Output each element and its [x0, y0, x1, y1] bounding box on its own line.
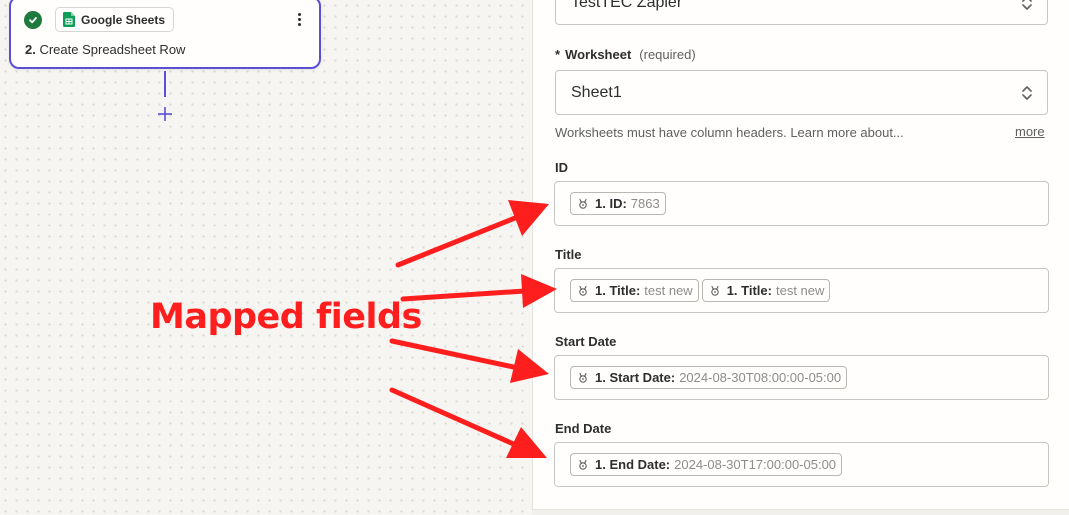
mapped-value-pill[interactable]: 1. Title: test new	[701, 279, 831, 302]
worksheet-help-text: Worksheets must have column headers. Lea…	[555, 125, 904, 140]
kebab-menu-icon[interactable]	[292, 9, 306, 29]
annotation-label: Mapped fields	[150, 297, 422, 337]
pill-value: 2024-08-30T08:00:00-05:00	[679, 370, 842, 385]
pill-value: 2024-08-30T17:00:00-05:00	[674, 457, 837, 472]
start-date-field-input[interactable]: 1. Start Date: 2024-08-30T08:00:00-05:00	[554, 355, 1049, 400]
check-circle-icon	[24, 11, 42, 29]
arrow-to-start-date-field	[389, 338, 521, 371]
pill-key: 1. Title:	[726, 283, 772, 298]
pill-key: 1. Start Date:	[595, 370, 676, 385]
pill-value: test new	[644, 283, 693, 298]
webhook-icon	[710, 285, 719, 296]
step-name: Create Spreadsheet Row	[39, 42, 186, 57]
webhook-icon	[579, 372, 587, 383]
required-text: (required)	[639, 47, 696, 62]
step-connector	[164, 71, 166, 97]
pill-value: 7863	[630, 196, 660, 211]
arrow-to-end-date-field	[389, 387, 521, 449]
plus-icon	[158, 107, 172, 121]
step-card[interactable]: Google Sheets 2. Create Spreadsheet Row	[9, 0, 321, 69]
id-field-label: ID	[555, 160, 568, 175]
worksheet-label: * Worksheet (required)	[555, 47, 696, 62]
webhook-icon	[579, 285, 587, 296]
pill-value: test new	[775, 283, 825, 298]
title-field-input[interactable]: 1. Title: test new 1. Title: test new	[554, 268, 1049, 313]
panel-footer-strip	[532, 509, 1069, 515]
worksheet-value: Sheet1	[571, 83, 622, 101]
worksheet-select[interactable]: Sheet1	[555, 70, 1048, 115]
arrow-to-id-field	[395, 213, 523, 268]
worksheet-label-text: Worksheet	[565, 47, 632, 62]
pill-key: 1. Title:	[595, 283, 641, 298]
app-chip: Google Sheets	[55, 7, 175, 32]
step-number: 2.	[25, 42, 36, 57]
more-link[interactable]: more	[1015, 124, 1045, 139]
account-value: TestTEC Zapier	[571, 0, 683, 11]
mapped-value-pill[interactable]: 1. Title: test new	[570, 279, 699, 302]
end-date-field-input[interactable]: 1. End Date: 2024-08-30T17:00:00-05:00	[554, 442, 1049, 487]
step-title: 2. Create Spreadsheet Row	[25, 42, 185, 57]
app-name: Google Sheets	[81, 12, 166, 27]
start-date-field-label: Start Date	[555, 334, 617, 349]
mapped-value-pill[interactable]: 1. End Date: 2024-08-30T17:00:00-05:00	[570, 453, 843, 476]
google-sheets-icon	[63, 12, 75, 27]
required-marker: *	[555, 47, 561, 62]
id-field-input[interactable]: 1. ID: 7863	[554, 181, 1049, 226]
add-step-button[interactable]	[155, 104, 175, 124]
end-date-field-label: End Date	[555, 421, 612, 436]
up-down-chevron-icon	[1022, 0, 1032, 10]
up-down-chevron-icon	[1022, 85, 1032, 100]
webhook-icon	[579, 459, 587, 470]
account-select[interactable]: TestTEC Zapier	[555, 0, 1048, 25]
webhook-icon	[579, 198, 587, 209]
pill-key: 1. ID:	[595, 196, 627, 211]
mapped-value-pill[interactable]: 1. ID: 7863	[570, 192, 666, 215]
pill-key: 1. End Date:	[595, 457, 671, 472]
title-field-label: Title	[555, 247, 582, 262]
step-config-panel: TestTEC Zapier * Worksheet (required) Shee…	[532, 0, 1069, 515]
mapped-value-pill[interactable]: 1. Start Date: 2024-08-30T08:00:00-05:00	[570, 366, 848, 389]
